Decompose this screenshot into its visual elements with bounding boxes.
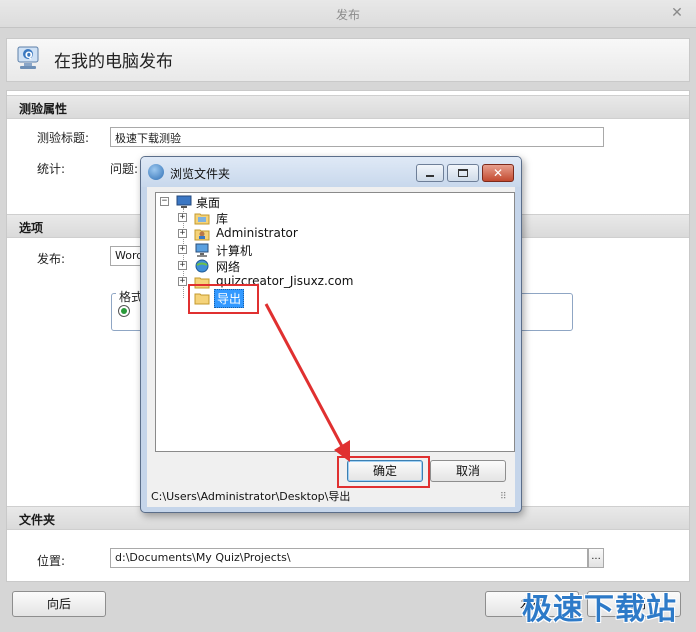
- tree-item-label: 库: [216, 212, 229, 226]
- dialog-title: 浏览文件夹: [170, 167, 231, 181]
- tree-item-label: 桌面: [196, 196, 221, 210]
- expand-icon[interactable]: +: [178, 277, 187, 286]
- cancel-button[interactable]: 取消: [430, 460, 506, 482]
- expand-icon[interactable]: +: [178, 229, 187, 238]
- page-title: 在我的电脑发布: [54, 52, 173, 72]
- annotation-box-folder: [188, 284, 259, 314]
- watermark-logo: 极速下载站: [522, 592, 677, 627]
- stats-label: 统计:: [37, 162, 66, 176]
- tree-item-label: Administrator: [216, 226, 298, 240]
- quiz-title-input[interactable]: 极速下载测验: [110, 127, 604, 147]
- publish-computer-icon: Q: [14, 44, 44, 72]
- location-input[interactable]: d:\Documents\My Quiz\Projects\: [110, 548, 588, 568]
- maximize-icon[interactable]: [447, 164, 479, 182]
- dialog-close-icon[interactable]: ✕: [482, 164, 514, 182]
- expand-icon[interactable]: +: [178, 213, 187, 222]
- tree-item-label: 计算机: [216, 244, 253, 258]
- expand-icon[interactable]: +: [178, 245, 187, 254]
- location-label: 位置:: [37, 554, 66, 568]
- stats-value: 问题:: [110, 162, 139, 176]
- library-folder-icon: [194, 211, 210, 225]
- selected-path: C:\Users\Administrator\Desktop\导出: [151, 490, 351, 503]
- publish-label: 发布:: [37, 252, 66, 266]
- resize-grip-icon[interactable]: ⠿: [500, 492, 510, 502]
- expand-icon[interactable]: +: [178, 261, 187, 270]
- back-button[interactable]: 向后: [12, 591, 106, 617]
- minimize-icon[interactable]: [416, 164, 444, 182]
- tree-item-label: 网络: [216, 260, 241, 274]
- app-logo-icon: [148, 164, 164, 180]
- close-icon[interactable]: ✕: [668, 4, 686, 22]
- browse-button[interactable]: ...: [588, 548, 604, 568]
- network-icon: [194, 259, 210, 273]
- annotation-arrow: [264, 303, 350, 462]
- collapse-icon[interactable]: −: [160, 197, 169, 206]
- section-quiz-properties: 测验属性: [7, 95, 689, 119]
- desktop-icon: [176, 195, 192, 209]
- user-folder-icon: [194, 227, 210, 241]
- quiz-title-label: 测验标题:: [37, 131, 90, 145]
- computer-icon: [194, 243, 210, 257]
- window-title: 发布: [335, 8, 360, 22]
- svg-text:Q: Q: [25, 51, 33, 61]
- format-radio[interactable]: [118, 305, 130, 317]
